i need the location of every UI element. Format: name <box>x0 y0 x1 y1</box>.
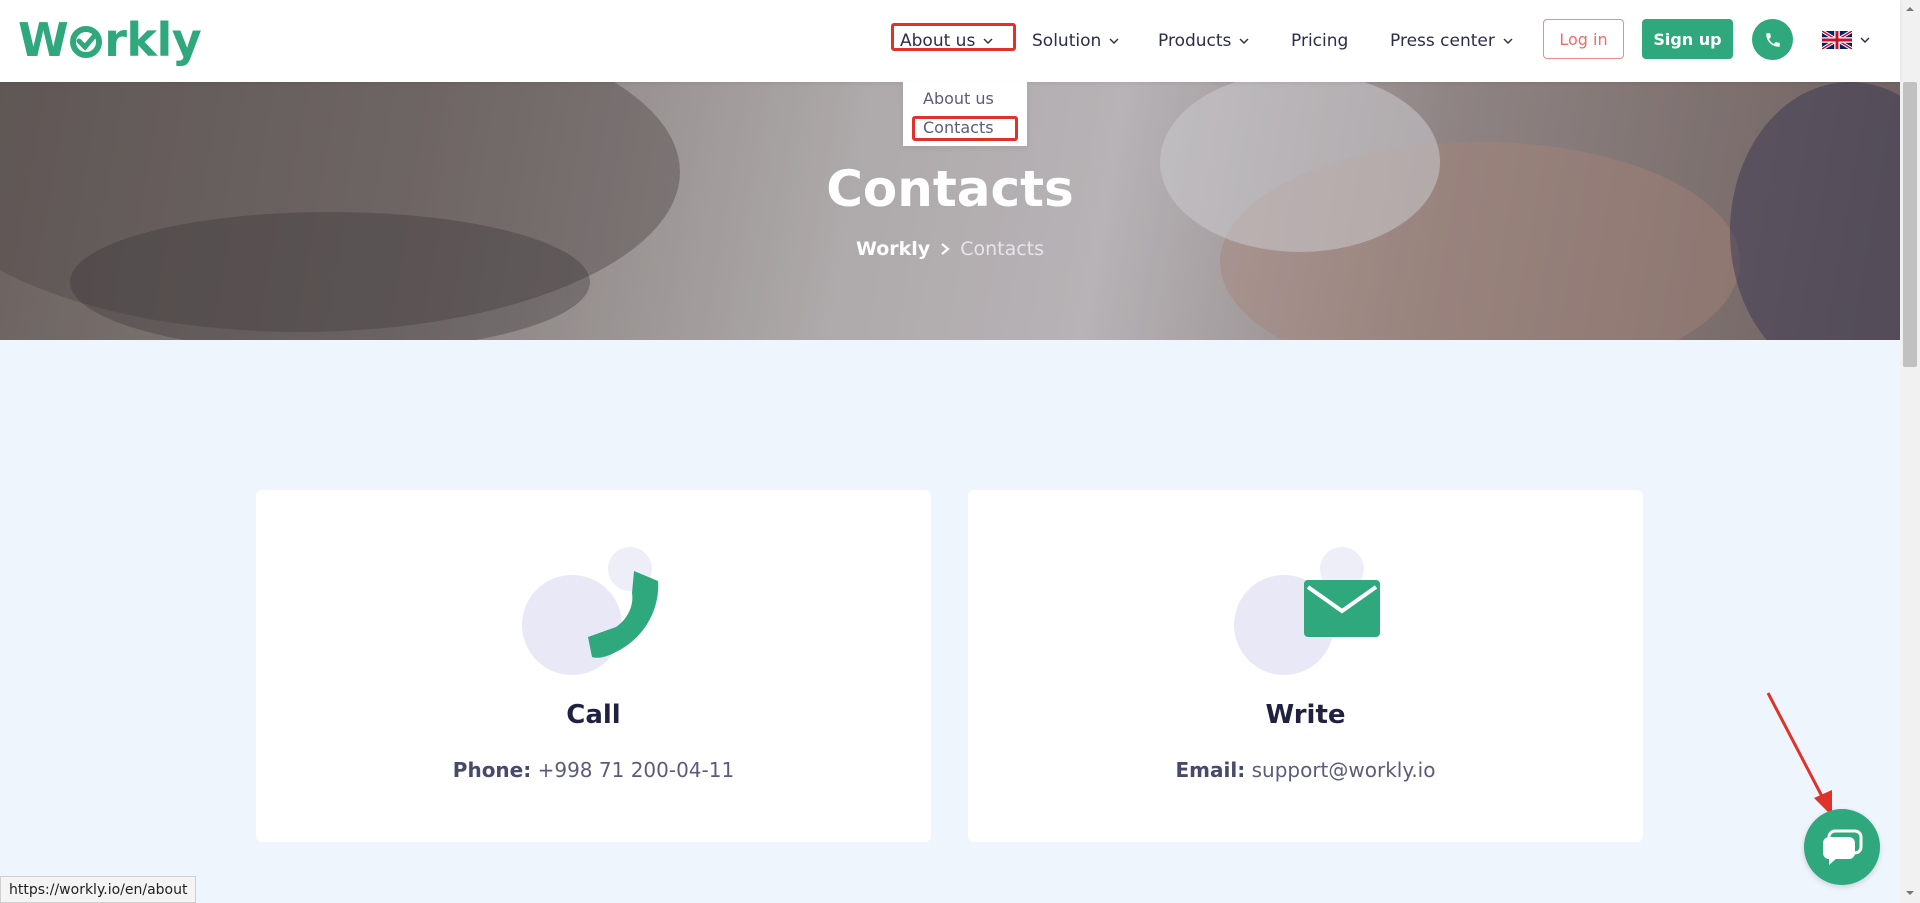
uk-flag-icon <box>1822 31 1852 49</box>
phone-value[interactable]: +998 71 200-04-11 <box>538 758 735 782</box>
nav-products[interactable]: Products <box>1158 29 1249 53</box>
phone-label: Phone: <box>452 758 532 782</box>
status-url: https://workly.io/en/about <box>0 876 197 903</box>
email-label: Email: <box>1175 758 1246 782</box>
scroll-down-icon[interactable] <box>1905 888 1915 898</box>
nav-solution[interactable]: Solution <box>1032 29 1119 53</box>
call-card-line: Phone: +998 71 200-04-11 <box>256 758 931 782</box>
page-scrollbar[interactable] <box>1900 0 1920 903</box>
call-card-title: Call <box>566 700 621 730</box>
breadcrumb-home[interactable]: Workly <box>856 238 930 260</box>
chat-button[interactable] <box>1804 809 1880 885</box>
chevron-down-icon <box>1860 37 1870 43</box>
chevron-down-icon <box>1239 38 1249 44</box>
nav-press-center[interactable]: Press center <box>1390 29 1513 53</box>
phone-icon <box>522 547 659 675</box>
nav-press-center-label: Press center <box>1390 31 1495 51</box>
nav-solution-label: Solution <box>1032 31 1102 51</box>
nav-pricing-label: Pricing <box>1291 31 1349 51</box>
dropdown-item-about-us[interactable]: About us <box>923 89 994 108</box>
contacts-highlight <box>912 116 1018 141</box>
signup-button[interactable]: Sign up <box>1642 19 1733 59</box>
scroll-up-icon[interactable] <box>1905 4 1915 14</box>
scroll-thumb[interactable] <box>1903 82 1917 367</box>
nav-products-label: Products <box>1158 31 1232 51</box>
logo-check-mark <box>70 26 103 58</box>
write-card-line: Email: support@workly.io <box>968 758 1643 782</box>
login-button[interactable]: Log in <box>1543 19 1624 59</box>
language-selector[interactable] <box>1822 31 1870 49</box>
phone-button[interactable] <box>1752 19 1793 60</box>
call-card: Call Phone: +998 71 200-04-11 <box>256 490 931 842</box>
chevron-down-icon <box>1109 38 1119 44</box>
chat-bubble-icon <box>1823 829 1863 865</box>
page-title: Contacts <box>826 160 1074 218</box>
email-value[interactable]: support@workly.io <box>1252 758 1436 782</box>
phone-icon <box>1765 32 1780 47</box>
write-card: Write Email: support@workly.io <box>968 490 1643 842</box>
nav-pricing[interactable]: Pricing <box>1291 29 1348 53</box>
breadcrumb: Workly Contacts <box>0 238 1900 260</box>
annotation-arrow <box>1766 692 1832 816</box>
envelope-icon <box>1234 547 1380 675</box>
chevron-right-icon <box>941 243 950 255</box>
workly-logo[interactable]: W rkly <box>18 10 202 70</box>
breadcrumb-current: Contacts <box>960 238 1045 260</box>
site-header: W rkly About us Solution Products Pricin… <box>0 0 1900 82</box>
write-card-title: Write <box>1265 700 1346 730</box>
about-us-highlight <box>891 23 1016 51</box>
chevron-down-icon <box>1503 38 1513 44</box>
